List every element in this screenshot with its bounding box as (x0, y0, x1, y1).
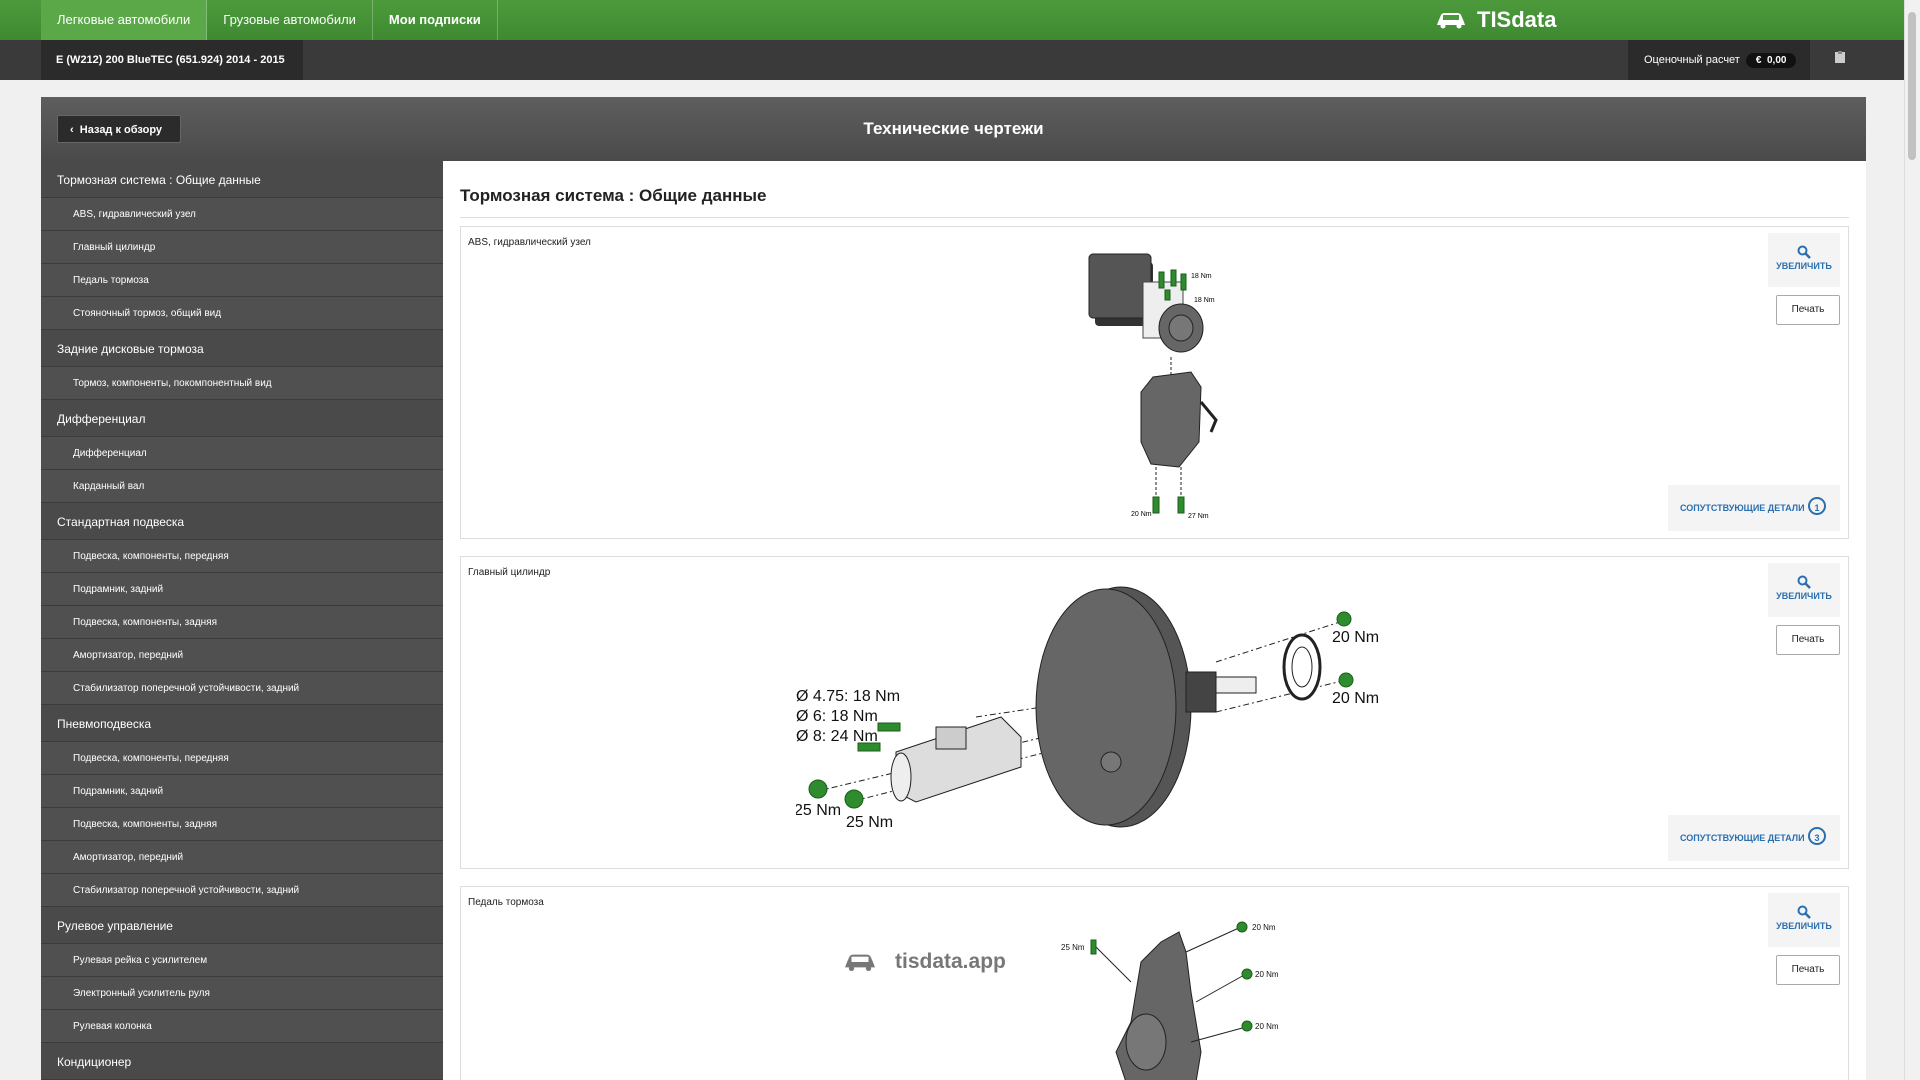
top-nav-tabs: Легковые автомобили Грузовые автомобили … (41, 0, 498, 40)
sidebar-item[interactable]: ABS, гидравлический узел (41, 198, 443, 231)
sidebar-item[interactable]: Главный цилиндр (41, 231, 443, 264)
torque-label: Ø 6: 18 Nm (796, 708, 878, 725)
sidebar-item[interactable]: Педаль тормоза (41, 264, 443, 297)
sidebar-category[interactable]: Кондиционер (41, 1043, 443, 1080)
sidebar-item[interactable]: Амортизатор, передний (41, 841, 443, 874)
card-title: ABS, гидравлический узел (468, 237, 591, 248)
related-parts-count: 3 (1808, 827, 1826, 845)
sidebar-category[interactable]: Дифференциал (41, 400, 443, 437)
estimate-label: Оценочный расчет (1644, 54, 1740, 66)
zoom-button[interactable]: УВЕЛИЧИТЬ (1768, 563, 1840, 617)
sidebar-category[interactable]: Задние дисковые тормоза (41, 330, 443, 367)
sidebar-item[interactable]: Стабилизатор поперечной устойчивости, за… (41, 874, 443, 907)
car-icon (1437, 13, 1465, 29)
zoom-label: УВЕЛИЧИТЬ (1776, 261, 1832, 271)
print-button[interactable]: Печать (1776, 955, 1840, 985)
car-icon (845, 954, 875, 972)
torque-label: Ø 4.75: 18 Nm (796, 688, 900, 705)
estimate-amount-badge: € 0,00 (1745, 52, 1797, 68)
sidebar-category[interactable]: Стандартная подвеска (41, 503, 443, 540)
tab-trucks[interactable]: Грузовые автомобили (207, 0, 373, 40)
brand-logo[interactable]: TISdata (1435, 0, 1556, 40)
sidebar-item[interactable]: Карданный вал (41, 470, 443, 503)
clipboard-icon[interactable] (1835, 50, 1845, 66)
related-parts-label: СОПУТСТВУЮЩИЕ ДЕТАЛИ (1680, 833, 1805, 843)
torque-label: 27 Nm (1188, 513, 1209, 520)
sidebar-item[interactable]: Подвеска, компоненты, передняя (41, 742, 443, 775)
zoom-label: УВЕЛИЧИТЬ (1776, 591, 1832, 601)
page-scrollbar[interactable] (1904, 0, 1920, 1080)
sidebar-item[interactable]: Рулевая рейка с усилителем (41, 944, 443, 977)
card-title: Педаль тормоза (468, 897, 544, 908)
sidebar-item[interactable]: Амортизатор, передний (41, 639, 443, 672)
currency-symbol: € (1755, 54, 1762, 66)
torque-label: 20 Nm (1332, 690, 1379, 707)
related-parts-button[interactable]: СОПУТСТВУЮЩИЕ ДЕТАЛИ 1 (1668, 485, 1840, 531)
torque-label: 25 Nm (1061, 943, 1085, 952)
sidebar-item[interactable]: Подвеска, компоненты, задняя (41, 808, 443, 841)
magnifier-icon (1797, 245, 1811, 259)
watermark: tisdata.app (843, 950, 1006, 974)
sidebar-item[interactable]: Электронный усилитель руля (41, 977, 443, 1010)
torque-label: 20 Nm (1255, 1022, 1279, 1031)
sidebar-item[interactable]: Стояночный тормоз, общий вид (41, 297, 443, 330)
section-title: Тормозная система : Общие данные (460, 186, 767, 205)
sidebar-item[interactable]: Подвеска, компоненты, задняя (41, 606, 443, 639)
estimate-amount: 0,00 (1766, 54, 1787, 66)
sidebar-category[interactable]: Пневмоподвеска (41, 705, 443, 742)
torque-label: 20 Nm (1131, 511, 1152, 518)
card-title: Главный цилиндр (468, 567, 551, 578)
torque-label: Ø 8: 24 Nm (796, 728, 878, 745)
zoom-button[interactable]: УВЕЛИЧИТЬ (1768, 233, 1840, 287)
master-cylinder-drawing[interactable]: Ø 4.75: 18 Nm Ø 6: 18 Nm Ø 8: 24 Nm 25 N… (796, 577, 1536, 862)
sidebar-menu: Тормозная система : Общие данные ABS, гид… (41, 161, 443, 1080)
tab-passenger-cars[interactable]: Легковые автомобили (41, 0, 208, 40)
selected-vehicle[interactable]: E (W212) 200 BlueTEC (651.924) 2014 - 20… (41, 40, 303, 80)
related-parts-label: СОПУТСТВУЮЩИЕ ДЕТАЛИ (1680, 503, 1805, 513)
page-title: Технические чертежи (863, 119, 1044, 138)
brake-pedal-drawing[interactable]: 25 Nm 20 Nm 20 Nm 20 Nm (1061, 902, 1281, 1080)
torque-label: 25 Nm (846, 814, 893, 831)
tab-my-subscriptions[interactable]: Мои подписки (373, 0, 498, 40)
title-divider (460, 217, 1849, 218)
drawing-card-brake-pedal: Педаль тормоза УВЕЛИЧИТЬ Печать 25 Nm 20… (460, 886, 1849, 1080)
torque-label: 20 Nm (1252, 923, 1276, 932)
scrollbar-thumb[interactable] (1908, 12, 1916, 160)
drawing-card-master-cylinder: Главный цилиндр УВЕЛИЧИТЬ Печать СОПУТСТ… (460, 556, 1849, 869)
sidebar-item[interactable]: Подрамник, задний (41, 775, 443, 808)
torque-label: 18 Nm (1191, 273, 1212, 280)
related-parts-button[interactable]: СОПУТСТВУЮЩИЕ ДЕТАЛИ 3 (1668, 815, 1840, 861)
zoom-label: УВЕЛИЧИТЬ (1776, 921, 1832, 931)
torque-label: 20 Nm (1332, 629, 1379, 646)
brand-name: TISdata (1477, 7, 1557, 32)
drawing-card-abs: ABS, гидравлический узел УВЕЛИЧИТЬ Печат… (460, 226, 1849, 539)
magnifier-icon (1797, 905, 1811, 919)
sidebar-item[interactable]: Рулевая колонка (41, 1010, 443, 1043)
print-button[interactable]: Печать (1776, 295, 1840, 325)
torque-label: 20 Nm (1255, 970, 1279, 979)
estimate-summary[interactable]: Оценочный расчет € 0,00 (1628, 40, 1811, 80)
sidebar-category[interactable]: Рулевое управление (41, 907, 443, 944)
sidebar-item[interactable]: Стабилизатор поперечной устойчивости, за… (41, 672, 443, 705)
sidebar-item[interactable]: Подвеска, компоненты, передняя (41, 540, 443, 573)
sidebar-item[interactable]: Подрамник, задний (41, 573, 443, 606)
abs-unit-drawing[interactable]: 18 Nm 18 Nm 20 Nm 27 Nm (1081, 242, 1261, 534)
magnifier-icon (1797, 575, 1811, 589)
torque-label: 25 Nm (796, 802, 841, 819)
related-parts-count: 1 (1808, 497, 1826, 515)
sidebar-item[interactable]: Дифференциал (41, 437, 443, 470)
sidebar-category[interactable]: Тормозная система : Общие данные (41, 161, 443, 198)
print-button[interactable]: Печать (1776, 625, 1840, 655)
page-header: ‹ Назад к обзору Технические чертежи (41, 97, 1866, 161)
torque-label: 18 Nm (1194, 297, 1215, 304)
zoom-button[interactable]: УВЕЛИЧИТЬ (1768, 893, 1840, 947)
watermark-text: tisdata.app (895, 950, 1006, 973)
sidebar-item[interactable]: Тормоз, компоненты, покомпонентный вид (41, 367, 443, 400)
main-content: Тормозная система : Общие данные ABS, ги… (443, 161, 1866, 1080)
